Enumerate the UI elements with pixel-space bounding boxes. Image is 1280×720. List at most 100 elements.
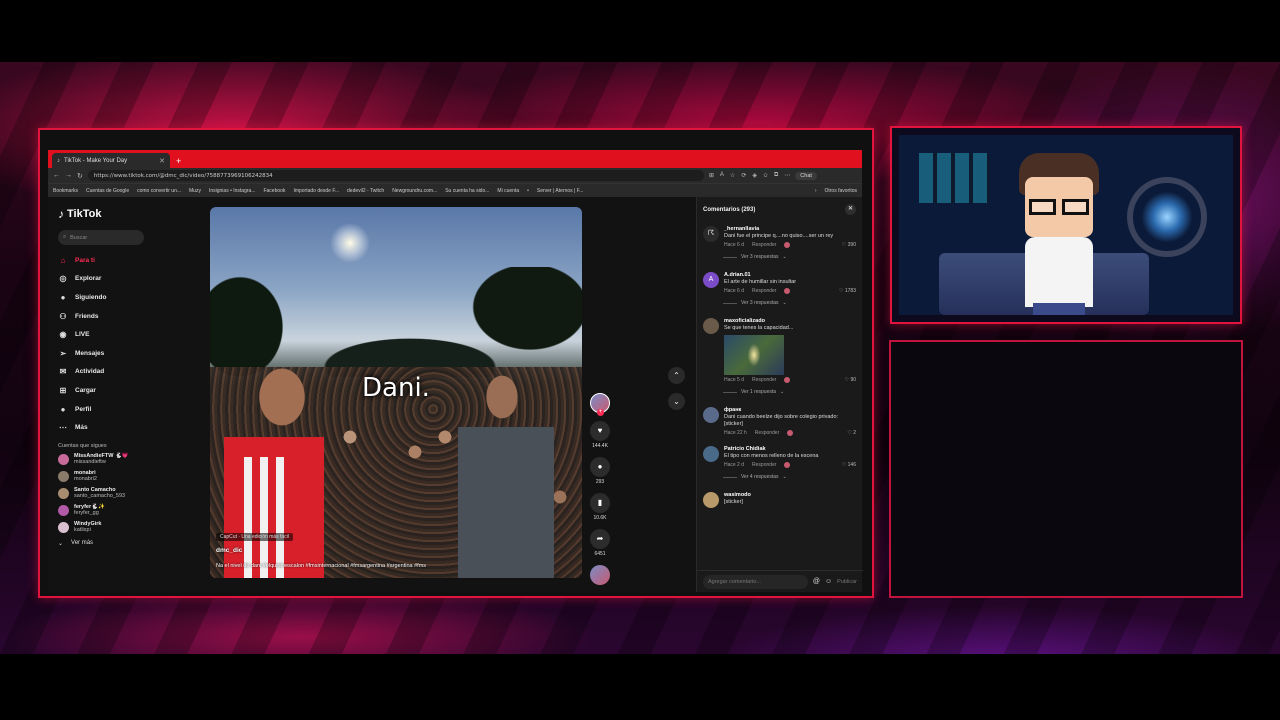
chevron-down-icon[interactable]: ⌄ xyxy=(668,393,685,410)
following-account[interactable]: WindyGirk katlispi xyxy=(58,521,140,534)
bookmark-2[interactable]: como convertir un... xyxy=(137,188,181,194)
bookmark-6[interactable]: Importado desde F... xyxy=(293,188,339,194)
comment-action[interactable]: ● 293 xyxy=(588,457,612,485)
capcut-tag[interactable]: CapCut · Una edición más fácil xyxy=(216,533,293,541)
sidebar-item-cargar[interactable]: ⊞ Cargar xyxy=(58,381,140,400)
url-input[interactable]: https://www.tiktok.com/@dmc_dic/video/75… xyxy=(87,170,704,181)
menu-icon[interactable]: ⋯ xyxy=(784,172,790,179)
translate-icon[interactable]: A xyxy=(720,172,724,179)
comment-icon[interactable]: ● xyxy=(590,457,610,477)
bookmark-1[interactable]: Cuentas de Google xyxy=(86,188,129,194)
sidebar-item-siguiendo[interactable]: ● Siguiendo xyxy=(58,288,140,307)
grid-icon[interactable]: ⊞ xyxy=(709,172,714,179)
comment-like[interactable]: ♡ 390 xyxy=(842,242,856,248)
comment-user[interactable]: maxoficializado xyxy=(724,318,856,324)
favorites-icon[interactable]: ✩ xyxy=(763,172,768,179)
reply-button[interactable]: Responder xyxy=(752,377,776,383)
post-button[interactable]: Publicar xyxy=(837,579,857,585)
refresh-icon[interactable]: ⟳ xyxy=(741,172,746,179)
emoji-icon[interactable]: ☺ xyxy=(825,578,832,585)
comment-like[interactable]: ♡ 2 xyxy=(847,430,856,436)
share-action[interactable]: ➦ 6451 xyxy=(588,529,612,557)
sidebar-item-mas[interactable]: ⋯ Más xyxy=(58,418,140,437)
close-icon[interactable]: ✕ xyxy=(845,204,856,215)
comment-user[interactable]: фрaнк xyxy=(724,407,856,413)
following-account[interactable]: Santo Camacho santo_camacho_593 xyxy=(58,487,140,500)
sidebar-item-mensajes[interactable]: ➢ Mensajes xyxy=(58,344,140,363)
reply-button[interactable]: Responder xyxy=(752,288,776,294)
like-action[interactable]: ♥ 144.4K xyxy=(588,421,612,449)
sidebar-item-explorar[interactable]: ◎ Explorar xyxy=(58,270,140,289)
following-account[interactable]: feryfer🐇✨ feryfer_gg xyxy=(58,504,140,517)
avatar[interactable] xyxy=(703,446,719,462)
sidebar-item-actividad[interactable]: ✉ Actividad xyxy=(58,363,140,382)
comment-like[interactable]: ♡ 146 xyxy=(842,462,856,468)
view-replies-label: Ver 3 respuestas xyxy=(741,300,779,306)
comment-user[interactable]: Patricio Chidiak xyxy=(724,446,856,452)
sidebar-item-friends[interactable]: ⚇ Friends xyxy=(58,307,140,326)
reply-button[interactable]: Responder xyxy=(752,462,776,468)
comment-like[interactable]: ♡ 90 xyxy=(845,377,856,383)
creator-avatar[interactable]: + xyxy=(590,393,610,416)
avatar[interactable]: A xyxy=(703,272,719,288)
mention-icon[interactable]: @ xyxy=(813,578,820,585)
bookmark-9[interactable]: Su cuenta ha sido... xyxy=(445,188,489,194)
avatar[interactable] xyxy=(703,492,719,508)
bookmarks-more-icon[interactable]: › xyxy=(815,188,817,194)
avatar[interactable] xyxy=(703,318,719,334)
chevron-up-icon[interactable]: ⌃ xyxy=(668,367,685,384)
view-replies-button[interactable]: Ver 3 respuestas ⌄ xyxy=(723,254,856,260)
see-more-button[interactable]: ⌄ Ver más xyxy=(58,540,140,547)
video-username[interactable]: dmc_dic xyxy=(216,547,242,554)
forward-icon[interactable]: → xyxy=(65,172,72,179)
heart-icon[interactable]: ♥ xyxy=(590,421,610,441)
view-replies-button[interactable]: Ver 4 respuestas ⌄ xyxy=(723,474,856,480)
tab-close-icon[interactable]: ✕ xyxy=(159,157,165,165)
bookmark-8[interactable]: Newgroundru.com... xyxy=(392,188,437,194)
shield-icon[interactable]: ◈ xyxy=(752,172,757,179)
empty-overlay-panel xyxy=(889,340,1243,598)
back-icon[interactable]: ← xyxy=(53,172,60,179)
music-disc-icon[interactable] xyxy=(590,565,610,585)
comment-input[interactable]: Agregar comentario... xyxy=(703,574,808,589)
reply-button[interactable]: Responder xyxy=(752,242,776,248)
follow-plus-icon[interactable]: + xyxy=(597,409,604,416)
sidebar-item-para-ti[interactable]: ⌂ Para ti xyxy=(58,251,140,270)
chat-button[interactable]: Chat xyxy=(795,171,817,180)
reload-icon[interactable]: ↻ xyxy=(77,172,83,180)
reply-button[interactable]: Responder xyxy=(755,430,779,436)
video-player[interactable]: Dani. CapCut · Una edición más fácil dmc… xyxy=(210,207,582,578)
music-action[interactable] xyxy=(588,565,612,585)
comment-user[interactable]: wasimodo xyxy=(724,492,856,498)
following-account[interactable]: MissAndieFTW 🐇💗 missandieftw xyxy=(58,453,140,466)
tiktok-logo[interactable]: ♪ TikTok xyxy=(58,207,140,221)
bookmark-11[interactable]: • xyxy=(527,188,529,194)
other-favorites[interactable]: Otros favoritos xyxy=(824,188,857,194)
view-replies-button[interactable]: Ver 3 respuestas ⌄ xyxy=(723,300,856,306)
view-replies-button[interactable]: Ver 1 respuesta ⌄ xyxy=(723,389,856,395)
following-account[interactable]: monabri monabri2 xyxy=(58,470,140,483)
share-icon[interactable]: ➦ xyxy=(590,529,610,549)
sidebar-item-perfil[interactable]: ● Perfil xyxy=(58,400,140,419)
comment-image[interactable] xyxy=(724,335,784,375)
new-tab-button[interactable]: + xyxy=(170,156,187,168)
browser-tab[interactable]: ♪ TikTok - Make Your Day ✕ xyxy=(52,153,170,168)
bookmark-7[interactable]: dedevil2 - Twitch xyxy=(347,188,384,194)
bookmark-3[interactable]: Muzy xyxy=(189,188,201,194)
bookmark-5[interactable]: Facebook xyxy=(263,188,285,194)
save-action[interactable]: ▮ 10.6K xyxy=(588,493,612,521)
comment-like[interactable]: ♡ 1783 xyxy=(839,288,856,294)
comment-user[interactable]: _hernanllavia xyxy=(724,226,856,232)
bookmark-0[interactable]: Bookmarks xyxy=(53,188,78,194)
extensions-icon[interactable]: ⧉ xyxy=(774,172,778,179)
search-input[interactable]: ⌕ Buscar xyxy=(58,230,144,245)
sidebar-item-live[interactable]: ◉ LIVE xyxy=(58,325,140,344)
bookmark-10[interactable]: Mi cuenta xyxy=(497,188,519,194)
avatar[interactable] xyxy=(703,407,719,423)
star-icon[interactable]: ☆ xyxy=(730,172,735,179)
bookmark-4[interactable]: Insignias • Instagra... xyxy=(209,188,256,194)
bookmark-icon[interactable]: ▮ xyxy=(590,493,610,513)
avatar[interactable]: ☈ xyxy=(703,226,719,242)
comment-user[interactable]: A.drian.01 xyxy=(724,272,856,278)
bookmark-12[interactable]: Server | Aternos | F... xyxy=(537,188,584,194)
